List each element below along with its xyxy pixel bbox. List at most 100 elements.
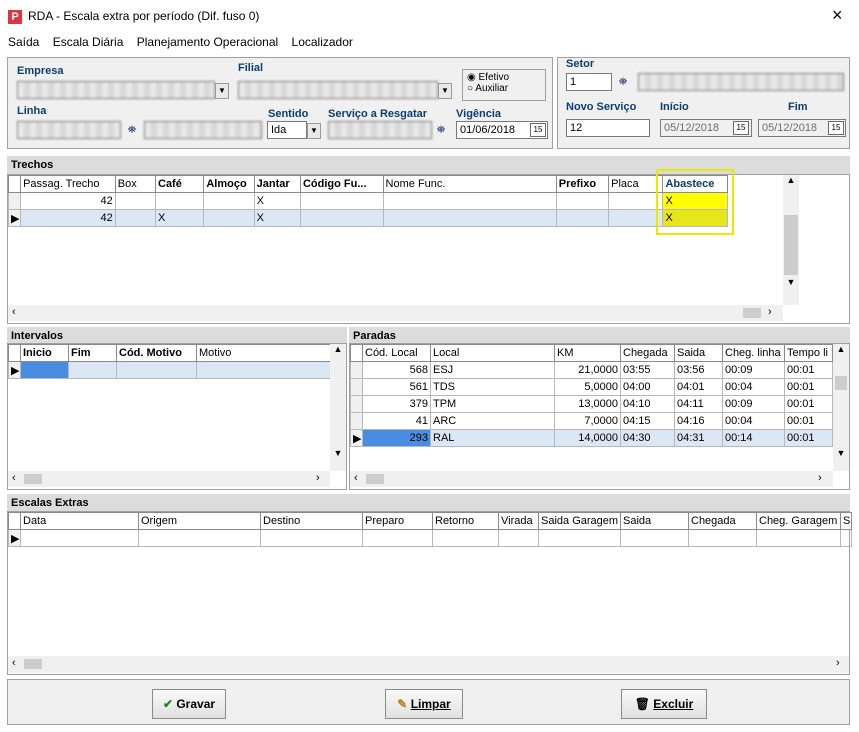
menu-localizador[interactable]: Localizador: [292, 35, 353, 49]
cell[interactable]: [538, 529, 621, 547]
cell[interactable]: 42: [20, 192, 116, 210]
filial-dropdown-icon[interactable]: ▼: [438, 83, 452, 99]
excluir-button[interactable]: 🗑 Excluir: [621, 689, 707, 719]
col-header[interactable]: Cheg. Garagem: [756, 512, 841, 530]
scroll-thumb[interactable]: [24, 659, 42, 669]
col-header[interactable]: Código Fu...: [299, 175, 384, 193]
scroll-right-icon[interactable]: ›: [836, 657, 840, 669]
cell[interactable]: [68, 361, 117, 379]
cell[interactable]: 561: [362, 378, 431, 396]
col-header[interactable]: Prefixo: [555, 175, 610, 193]
cell[interactable]: 13,0000: [554, 395, 621, 413]
col-header[interactable]: KM: [554, 344, 621, 362]
cell[interactable]: [608, 209, 664, 227]
scroll-thumb[interactable]: [784, 215, 798, 275]
paradas-hscrollbar[interactable]: ‹ ›: [350, 471, 833, 487]
col-header[interactable]: Passag. Trecho: [20, 175, 116, 193]
table-row[interactable]: 561 TDS 5,0000 04:00 04:01 00:04 00:01: [350, 378, 833, 396]
col-header[interactable]: Fim: [68, 344, 117, 362]
cell[interactable]: 04:00: [620, 378, 675, 396]
menu-escala-diaria[interactable]: Escala Diária: [53, 35, 124, 49]
col-header[interactable]: Retorno: [432, 512, 499, 530]
cell[interactable]: [203, 209, 255, 227]
cell[interactable]: 7,0000: [554, 412, 621, 430]
cell[interactable]: 379: [362, 395, 431, 413]
calendar-icon[interactable]: 15: [828, 121, 844, 135]
col-header[interactable]: Café: [154, 175, 205, 193]
cell[interactable]: 00:04: [722, 412, 785, 430]
filial-select[interactable]: [238, 81, 438, 99]
servico-input[interactable]: [328, 121, 432, 139]
calendar-icon[interactable]: 15: [530, 123, 546, 137]
paradas-vscrollbar[interactable]: ▲ ▼: [833, 344, 849, 471]
cell[interactable]: 14,0000: [554, 429, 621, 447]
scroll-left-icon[interactable]: ‹: [354, 472, 358, 484]
cell[interactable]: [840, 529, 852, 547]
cell[interactable]: ARC: [430, 412, 555, 430]
col-header[interactable]: Almoço: [203, 175, 255, 193]
cell[interactable]: [154, 192, 205, 210]
cell[interactable]: 00:09: [722, 361, 785, 379]
gravar-button[interactable]: ✔ Gravar: [152, 689, 226, 719]
col-header[interactable]: Nome Func.: [382, 175, 557, 193]
cell[interactable]: [498, 529, 539, 547]
table-row[interactable]: ▶ 293 RAL 14,0000 04:30 04:31 00:14 00:0…: [350, 429, 833, 447]
scroll-up-icon[interactable]: ▲: [783, 175, 799, 185]
cell[interactable]: 00:01: [784, 429, 833, 447]
scroll-down-icon[interactable]: ▼: [330, 448, 346, 458]
scroll-right-icon[interactable]: ›: [818, 472, 822, 484]
binoculars-icon[interactable]: ⛯: [432, 122, 450, 138]
cell[interactable]: 03:56: [674, 361, 723, 379]
trechos-hscrollbar[interactable]: ‹ ›: [8, 305, 783, 321]
escalas-hscrollbar[interactable]: ‹ ›: [8, 656, 849, 673]
cell[interactable]: 04:15: [620, 412, 675, 430]
col-header[interactable]: Preparo: [362, 512, 433, 530]
cell[interactable]: [299, 192, 384, 210]
scroll-up-icon[interactable]: ▲: [833, 344, 849, 354]
cell[interactable]: [20, 529, 139, 547]
cell[interactable]: 00:01: [784, 361, 833, 379]
cell[interactable]: X: [662, 192, 728, 210]
table-row[interactable]: 41 ARC 7,0000 04:15 04:16 00:04 00:01: [350, 412, 833, 430]
cell[interactable]: [114, 192, 157, 210]
cell[interactable]: TDS: [430, 378, 555, 396]
cell[interactable]: 04:11: [674, 395, 723, 413]
scroll-left-icon[interactable]: ‹: [12, 657, 16, 669]
cell[interactable]: [756, 529, 841, 547]
close-icon[interactable]: ×: [832, 5, 843, 26]
cell[interactable]: 03:55: [620, 361, 675, 379]
intervalos-hscrollbar[interactable]: ‹ ›: [8, 471, 330, 487]
scroll-right-icon[interactable]: ›: [768, 306, 772, 318]
cell[interactable]: 04:10: [620, 395, 675, 413]
col-header[interactable]: Cheg. linha: [722, 344, 785, 362]
cell[interactable]: 00:04: [722, 378, 785, 396]
scroll-right-icon[interactable]: ›: [316, 472, 320, 484]
radio-efetivo[interactable]: ◉ Efetivo: [467, 72, 541, 83]
cell[interactable]: [432, 529, 499, 547]
table-row[interactable]: 42 X X: [7, 192, 728, 210]
col-header[interactable]: Placa: [608, 175, 664, 193]
col-header[interactable]: Inicio: [20, 344, 69, 362]
col-header-abastece[interactable]: Abastece: [662, 175, 728, 193]
cell[interactable]: [555, 192, 610, 210]
sentido-select[interactable]: Ida: [267, 121, 307, 139]
col-header[interactable]: Virada: [498, 512, 539, 530]
cell[interactable]: X: [253, 209, 301, 227]
col-header[interactable]: Chegada: [620, 344, 675, 362]
linha-input[interactable]: [17, 121, 121, 139]
empresa-dropdown-icon[interactable]: ▼: [215, 83, 229, 99]
scroll-up-icon[interactable]: ▲: [330, 344, 346, 354]
cell[interactable]: 21,0000: [554, 361, 621, 379]
cell[interactable]: [114, 209, 157, 227]
cell[interactable]: 00:14: [722, 429, 785, 447]
sentido-dropdown-icon[interactable]: ▼: [307, 123, 321, 139]
scroll-down-icon[interactable]: ▼: [833, 448, 849, 458]
col-header[interactable]: Cód. Motivo: [116, 344, 197, 362]
cell[interactable]: [382, 209, 557, 227]
cell[interactable]: RAL: [430, 429, 555, 447]
cell[interactable]: 293: [362, 429, 431, 447]
table-row[interactable]: 568 ESJ 21,0000 03:55 03:56 00:09 00:01: [350, 361, 833, 379]
cell[interactable]: 04:30: [620, 429, 675, 447]
cell[interactable]: X: [662, 209, 728, 227]
trechos-vscrollbar[interactable]: ▲ ▼: [783, 175, 799, 305]
